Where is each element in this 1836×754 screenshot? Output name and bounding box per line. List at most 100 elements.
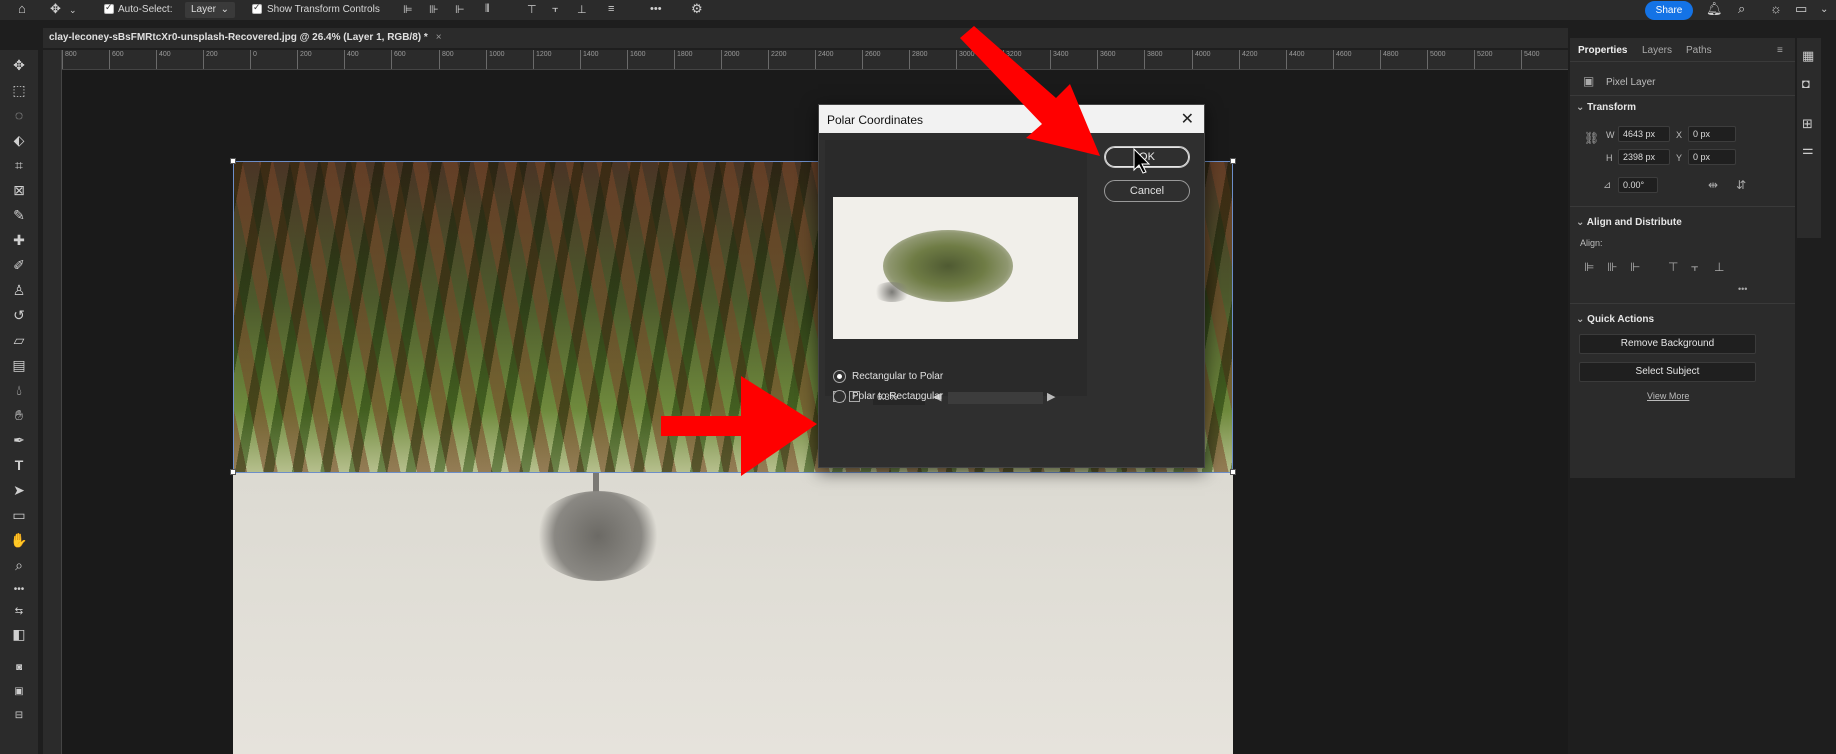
lasso-tool-icon[interactable]: ◌ bbox=[8, 105, 30, 125]
gear-icon[interactable]: ⚙ bbox=[691, 1, 703, 17]
align-middle-icon[interactable]: ⫟ bbox=[552, 3, 559, 16]
stamp-tool-icon[interactable]: ♙ bbox=[8, 280, 30, 300]
distribute-vertical-icon[interactable]: ≡ bbox=[608, 3, 614, 15]
object-select-tool-icon[interactable]: ⬖ bbox=[8, 130, 30, 150]
height-field[interactable]: 2398 px bbox=[1618, 149, 1670, 165]
x-field[interactable]: 0 px bbox=[1688, 126, 1736, 142]
show-transform-checkbox[interactable] bbox=[252, 2, 262, 14]
align-center-icon[interactable]: ⊪ bbox=[1607, 260, 1617, 274]
more-tools-icon[interactable]: ••• bbox=[8, 580, 30, 600]
flip-horizontal-icon[interactable]: ⇹ bbox=[1708, 178, 1718, 192]
tab-paths[interactable]: Paths bbox=[1686, 45, 1712, 56]
preview-scrollbar[interactable] bbox=[948, 392, 1043, 404]
align-right-icon[interactable]: ⊩ bbox=[455, 3, 465, 16]
view-more-link[interactable]: View More bbox=[1647, 391, 1689, 401]
polar-to-rectangular-label[interactable]: Polar to Rectangular bbox=[852, 391, 943, 402]
quick-actions-title[interactable]: Quick Actions bbox=[1576, 314, 1654, 325]
align-label: Align: bbox=[1580, 238, 1603, 248]
artboard-icon[interactable]: ⊟ bbox=[8, 706, 30, 726]
search-icon[interactable]: ⌕ bbox=[1738, 1, 1745, 17]
link-icon[interactable]: ⛓ bbox=[1584, 131, 1599, 145]
rectangular-to-polar-radio[interactable] bbox=[833, 370, 846, 383]
pen-tool-icon[interactable]: ✒ bbox=[8, 430, 30, 450]
align-bottom-icon[interactable]: ⊥ bbox=[577, 3, 587, 16]
select-subject-button[interactable]: Select Subject bbox=[1579, 362, 1756, 382]
tab-layers[interactable]: Layers bbox=[1642, 45, 1672, 56]
transform-section-title[interactable]: Transform bbox=[1576, 102, 1636, 113]
ruler-tick: 2600 bbox=[862, 50, 881, 69]
quick-mask-icon[interactable]: ◙ bbox=[8, 658, 30, 678]
marquee-tool-icon[interactable]: ⬚ bbox=[8, 80, 30, 100]
type-tool-icon[interactable]: T bbox=[8, 455, 30, 475]
angle-field[interactable]: 0.00° bbox=[1618, 177, 1658, 193]
more-align-icon[interactable]: ••• bbox=[1738, 284, 1747, 294]
scroll-right-icon[interactable]: ▶ bbox=[1047, 390, 1055, 403]
swap-colors-icon[interactable]: ⇆ bbox=[8, 602, 30, 622]
share-button[interactable]: Share bbox=[1645, 1, 1693, 20]
align-section-title[interactable]: Align and Distribute bbox=[1576, 217, 1682, 228]
close-icon[interactable]: × bbox=[436, 32, 442, 43]
align-middle-icon[interactable]: ⫟ bbox=[1691, 260, 1698, 275]
align-left-icon[interactable]: ⊫ bbox=[403, 3, 413, 16]
eraser-tool-icon[interactable]: ▱ bbox=[8, 330, 30, 350]
crop-tool-icon[interactable]: ⌗ bbox=[8, 155, 30, 175]
comment-icon[interactable]: ◘ bbox=[1802, 76, 1810, 91]
chevron-down-icon[interactable]: ⌄ bbox=[69, 5, 77, 16]
document-tab[interactable]: clay-leconey-sBsFMRtcXr0-unsplash-Recove… bbox=[43, 28, 448, 48]
panel-menu-icon[interactable]: ≡ bbox=[1777, 45, 1783, 56]
history-brush-tool-icon[interactable]: ↺ bbox=[8, 305, 30, 325]
dodge-tool-icon[interactable]: ✋︎ bbox=[8, 405, 30, 425]
move-tool-icon[interactable]: ✥ bbox=[8, 55, 30, 75]
adjustments-icon[interactable]: ⚌ bbox=[1802, 142, 1814, 158]
y-field[interactable]: 0 px bbox=[1688, 149, 1736, 165]
dialog-title: Polar Coordinates bbox=[827, 113, 924, 127]
auto-select-checkbox[interactable] bbox=[104, 2, 114, 14]
screen-mode-icon[interactable]: ▣ bbox=[8, 682, 30, 702]
transform-handle[interactable] bbox=[230, 469, 236, 475]
hand-tool-icon[interactable]: ✋ bbox=[8, 530, 30, 550]
cancel-button[interactable]: Cancel bbox=[1104, 180, 1190, 202]
preview-image[interactable] bbox=[833, 197, 1078, 339]
path-selection-tool-icon[interactable]: ➤ bbox=[8, 480, 30, 500]
align-left-icon[interactable]: ⊫ bbox=[1584, 260, 1594, 274]
healing-brush-tool-icon[interactable]: ✚ bbox=[8, 230, 30, 250]
workspace-icon[interactable]: ▭ bbox=[1795, 1, 1807, 17]
layer-select[interactable]: Layer ⌄ bbox=[185, 2, 235, 18]
zoom-tool-icon[interactable]: ⌕ bbox=[8, 555, 30, 575]
polar-to-rectangular-radio[interactable] bbox=[833, 390, 846, 403]
brush-tool-icon[interactable]: ✐ bbox=[8, 255, 30, 275]
learn-icon[interactable]: ▦ bbox=[1802, 48, 1814, 64]
tab-properties[interactable]: Properties bbox=[1578, 45, 1627, 56]
rectangular-to-polar-label[interactable]: Rectangular to Polar bbox=[852, 371, 943, 382]
align-right-icon[interactable]: ⊩ bbox=[1630, 260, 1640, 274]
eyedropper-tool-icon[interactable]: ✎ bbox=[8, 205, 30, 225]
align-center-icon[interactable]: ⊪ bbox=[429, 3, 439, 16]
color-swatches-icon[interactable]: ◧ bbox=[8, 624, 30, 644]
gradient-tool-icon[interactable]: ▤ bbox=[8, 355, 30, 375]
move-tool-icon[interactable]: ✥ bbox=[50, 1, 61, 17]
transform-handle[interactable] bbox=[1230, 469, 1236, 475]
align-top-icon[interactable]: ⊤ bbox=[527, 3, 537, 16]
ruler-tick: 3000 bbox=[956, 50, 975, 69]
flip-vertical-icon[interactable]: ⇵ bbox=[1736, 178, 1746, 192]
bell-icon[interactable]: 🔔︎ bbox=[1706, 1, 1723, 17]
frame-tool-icon[interactable]: ⊠ bbox=[8, 180, 30, 200]
more-options-icon[interactable]: ••• bbox=[650, 3, 662, 15]
blur-tool-icon[interactable]: 💧︎ bbox=[8, 380, 30, 400]
rectangle-tool-icon[interactable]: ▭ bbox=[8, 505, 30, 525]
align-top-icon[interactable]: ⊤ bbox=[1668, 260, 1678, 274]
ruler-tick-label: 2000 bbox=[724, 51, 740, 58]
ruler-tick-label: 600 bbox=[394, 51, 406, 58]
lightbulb-icon[interactable]: ☼ bbox=[1770, 1, 1782, 16]
libraries-icon[interactable]: ⊞ bbox=[1802, 116, 1813, 132]
transform-handle[interactable] bbox=[230, 158, 236, 164]
distribute-icon[interactable]: ⫴ bbox=[485, 3, 490, 16]
close-icon[interactable]: ✕ bbox=[1181, 109, 1194, 129]
transform-handle[interactable] bbox=[1230, 158, 1236, 164]
width-field[interactable]: 4643 px bbox=[1618, 126, 1670, 142]
chevron-down-icon[interactable]: ⌄ bbox=[1820, 4, 1828, 15]
remove-background-button[interactable]: Remove Background bbox=[1579, 334, 1756, 354]
ruler-tick-label: 4800 bbox=[1383, 51, 1399, 58]
home-icon[interactable]: ⌂ bbox=[18, 1, 26, 16]
align-bottom-icon[interactable]: ⊥ bbox=[1714, 260, 1724, 274]
